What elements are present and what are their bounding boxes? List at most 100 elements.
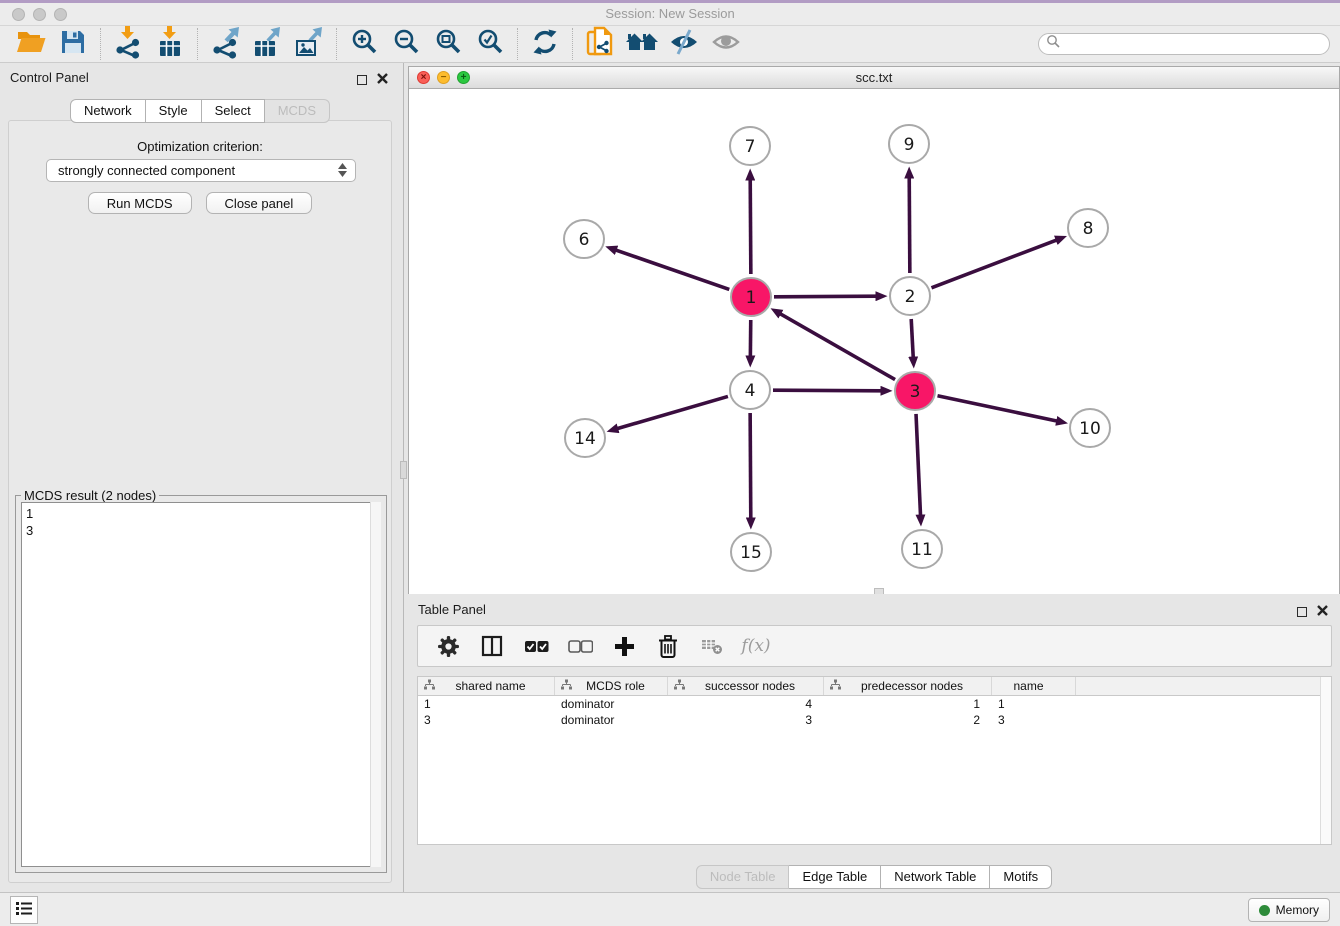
edge-4-3[interactable] (773, 390, 881, 391)
gear-icon[interactable] (435, 633, 461, 659)
cell-successor-nodes[interactable]: 4 (668, 696, 824, 712)
zoom-fit-button[interactable] (427, 27, 469, 61)
cell-MCDS-role[interactable]: dominator (555, 696, 668, 712)
zoom-selected-button[interactable] (469, 27, 511, 61)
tab-select[interactable]: Select (202, 99, 265, 123)
node-8[interactable]: 8 (1068, 209, 1108, 247)
tab-network-table[interactable]: Network Table (881, 865, 990, 889)
select-all-icon[interactable] (523, 633, 549, 659)
cell-MCDS-role[interactable]: dominator (555, 712, 668, 728)
float-panel-icon[interactable] (1297, 607, 1307, 617)
node-4[interactable]: 4 (730, 371, 770, 409)
column-header-successor-nodes[interactable]: successor nodes (668, 677, 824, 695)
home-button[interactable] (621, 27, 663, 61)
export-network-button[interactable] (204, 27, 246, 61)
node-6[interactable]: 6 (564, 220, 604, 258)
table-row[interactable]: 3dominator323 (418, 712, 1331, 728)
save-session-icon (60, 29, 86, 60)
edge-1-2[interactable] (774, 296, 876, 297)
zoom-out-button[interactable] (385, 27, 427, 61)
network-canvas[interactable]: 1 2 3 4 6 7 8 9 10 11 14 15 (409, 89, 1339, 594)
table-row[interactable]: 1dominator411 (418, 696, 1331, 712)
import-network-icon (113, 25, 143, 64)
dropdown-stepper-icon (338, 163, 347, 177)
column-header-shared-name[interactable]: shared name (418, 677, 555, 695)
result-scrollbar[interactable] (370, 502, 381, 867)
mcds-result-text[interactable]: 1 3 (21, 502, 381, 867)
tab-motifs[interactable]: Motifs (990, 865, 1052, 889)
splitter-handle-icon[interactable] (400, 461, 407, 479)
deselect-all-icon[interactable] (567, 633, 593, 659)
close-panel-icon[interactable] (377, 71, 388, 89)
cell-shared-name[interactable]: 1 (418, 696, 555, 712)
edge-1-7[interactable] (750, 180, 751, 274)
tab-node-table[interactable]: Node Table (696, 865, 790, 889)
tab-style[interactable]: Style (146, 99, 202, 123)
add-icon[interactable] (611, 633, 637, 659)
node-9[interactable]: 9 (889, 125, 929, 163)
edge-3-10[interactable] (938, 396, 1057, 421)
memory-button[interactable]: Memory (1248, 898, 1330, 922)
edge-3-11[interactable] (916, 414, 920, 515)
network-window-title: scc.txt (409, 70, 1339, 85)
node-15[interactable]: 15 (731, 533, 771, 571)
node-7[interactable]: 7 (730, 127, 770, 165)
open-session-button[interactable] (10, 27, 52, 61)
show-all-button[interactable] (705, 27, 747, 61)
column-header-predecessor-nodes[interactable]: predecessor nodes (824, 677, 992, 695)
close-panel-button[interactable]: Close panel (206, 192, 313, 214)
edge-2-9[interactable] (909, 178, 910, 273)
split-columns-icon[interactable] (479, 633, 505, 659)
edge-4-14[interactable] (618, 396, 728, 428)
node-3[interactable]: 3 (895, 372, 935, 410)
cell-predecessor-nodes[interactable]: 1 (824, 696, 992, 712)
cell-shared-name[interactable]: 3 (418, 712, 555, 728)
edge-1-6[interactable] (616, 250, 729, 289)
edge-2-8[interactable] (931, 240, 1056, 288)
import-table-button[interactable] (149, 27, 191, 61)
refresh-view-button[interactable] (524, 27, 566, 61)
import-network-button[interactable] (107, 27, 149, 61)
fx-icon[interactable]: f(x) (743, 633, 769, 659)
export-image-button[interactable] (288, 27, 330, 61)
statusbar: Memory (0, 892, 1340, 926)
save-session-button[interactable] (52, 27, 94, 61)
criterion-dropdown[interactable]: strongly connected component (46, 159, 356, 182)
task-history-button[interactable] (10, 896, 38, 924)
cell-name[interactable]: 1 (992, 696, 1076, 712)
main-toolbar (0, 26, 1340, 63)
window-title: Session: New Session (0, 6, 1340, 21)
node-label: 3 (910, 382, 921, 402)
float-panel-icon[interactable] (357, 75, 367, 85)
node-14[interactable]: 14 (565, 419, 605, 457)
close-panel-icon[interactable] (1317, 603, 1328, 621)
edge-2-3[interactable] (911, 319, 913, 357)
hide-selected-button[interactable] (663, 27, 705, 61)
node-1[interactable]: 1 (731, 278, 771, 316)
tab-edge-table[interactable]: Edge Table (789, 865, 881, 889)
trash-icon[interactable] (655, 633, 681, 659)
run-mcds-button[interactable]: Run MCDS (88, 192, 192, 214)
table-scrollbar[interactable] (1320, 677, 1331, 844)
zoom-in-button[interactable] (343, 27, 385, 61)
node-label: 7 (745, 137, 756, 157)
node-2[interactable]: 2 (890, 277, 930, 315)
panel-splitter[interactable] (400, 63, 407, 892)
network-graph[interactable]: 1 2 3 4 6 7 8 9 10 11 14 15 (409, 89, 1339, 594)
export-table-button[interactable] (246, 27, 288, 61)
tab-mcds[interactable]: MCDS (265, 99, 330, 123)
edge-3-1[interactable] (780, 314, 895, 380)
node-11[interactable]: 11 (902, 530, 942, 568)
tab-network[interactable]: Network (70, 99, 146, 123)
column-header-MCDS-role[interactable]: MCDS role (555, 677, 668, 695)
node-10[interactable]: 10 (1070, 409, 1110, 447)
cell-predecessor-nodes[interactable]: 2 (824, 712, 992, 728)
delete-table-icon[interactable] (699, 633, 725, 659)
control-panel-tabs: NetworkStyleSelectMCDS (0, 99, 400, 123)
edge-4-15[interactable] (750, 413, 751, 518)
search-input[interactable] (1061, 35, 1329, 53)
cell-successor-nodes[interactable]: 3 (668, 712, 824, 728)
cell-name[interactable]: 3 (992, 712, 1076, 728)
network-from-selection-button[interactable] (579, 27, 621, 61)
column-header-name[interactable]: name (992, 677, 1076, 695)
